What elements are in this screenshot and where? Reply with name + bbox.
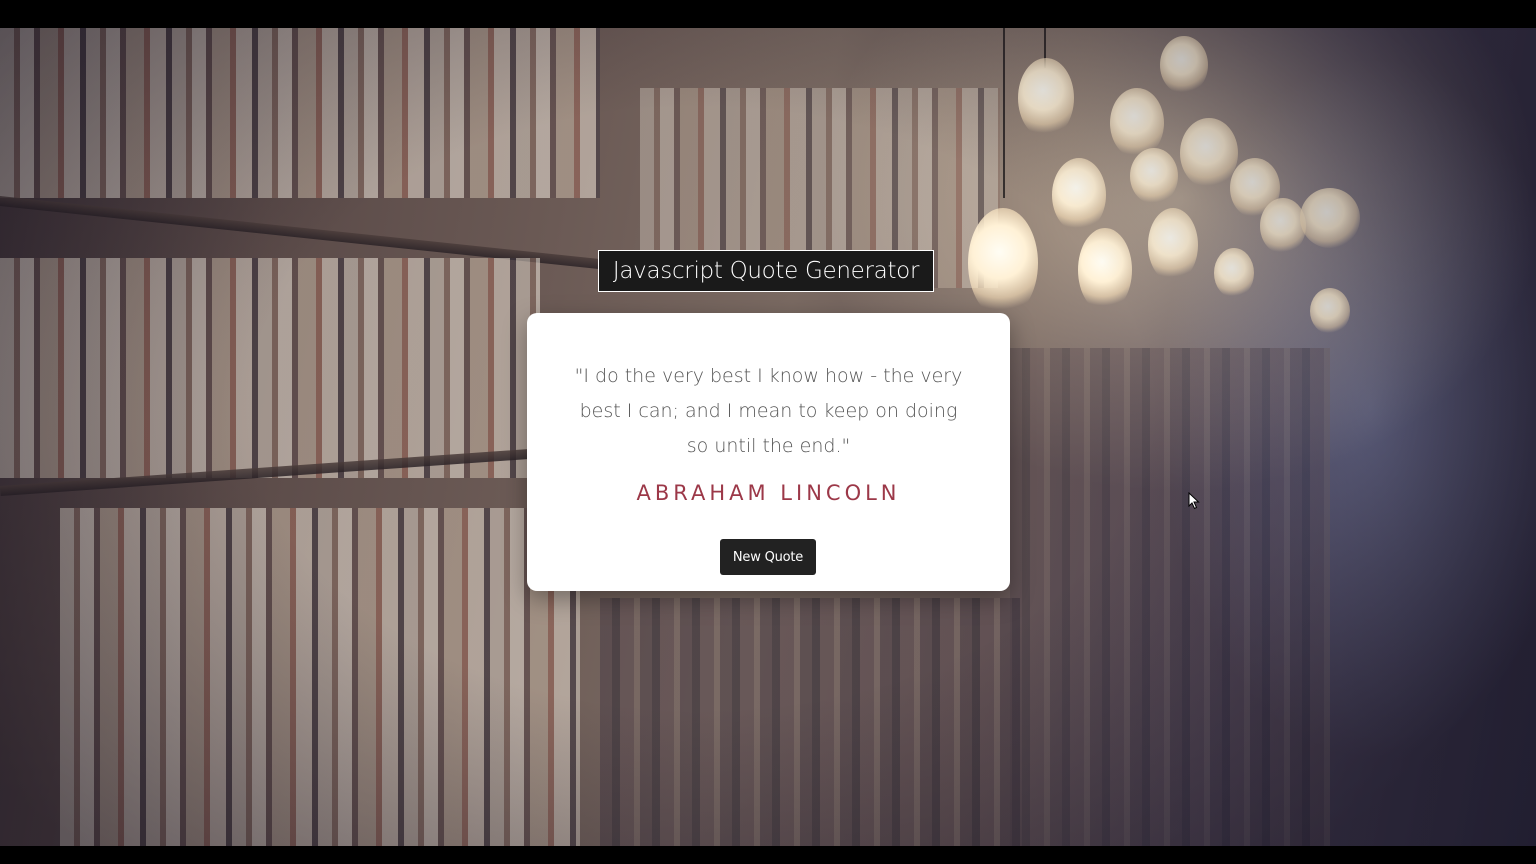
quote-text: "I do the very best I know how - the ver…: [574, 365, 963, 457]
new-quote-button[interactable]: New Quote: [720, 539, 816, 575]
app-title: Javascript Quote Generator: [598, 250, 934, 292]
quote-card: "I do the very best I know how - the ver…: [527, 313, 1010, 591]
mouse-pointer-icon: [1188, 492, 1200, 510]
quote-author: ABRAHAM LINCOLN: [636, 481, 901, 505]
